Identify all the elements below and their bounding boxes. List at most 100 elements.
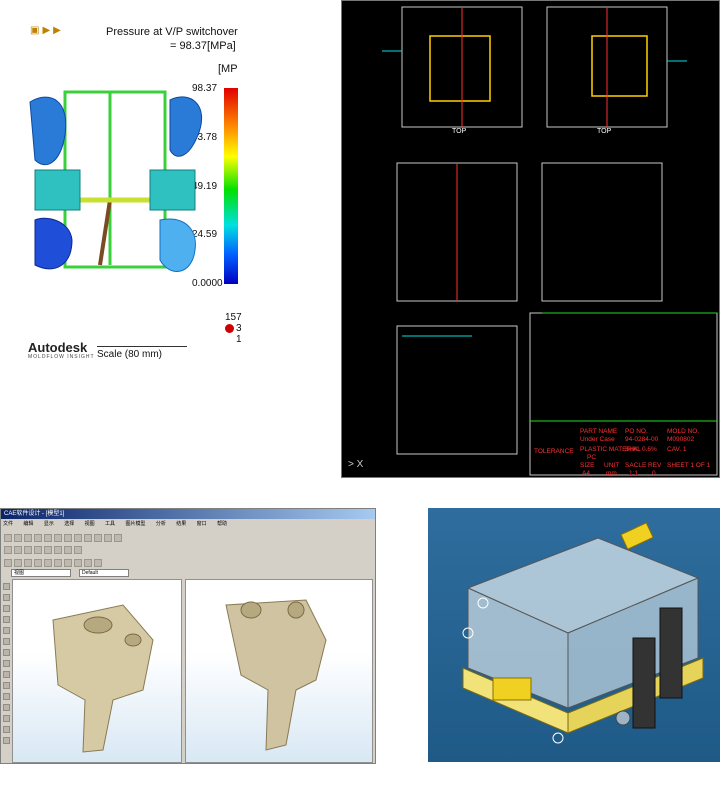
tool-icon[interactable]: [64, 534, 72, 542]
tool-icon[interactable]: [3, 605, 10, 612]
tool-icon[interactable]: [3, 649, 10, 656]
result-title: Pressure at V/P switchover: [106, 26, 238, 38]
menu-tools[interactable]: 工具: [105, 521, 115, 527]
tool-icon[interactable]: [34, 559, 42, 567]
part-model: [29, 90, 203, 272]
tool-icon[interactable]: [4, 534, 12, 542]
moldflow-result-panel: ▣▶▶ Pressure at V/P switchover = 98.37[M…: [0, 0, 340, 360]
size-value: A4: [582, 470, 590, 477]
logo-subtitle: MOLDFLOW INSIGHT: [28, 354, 95, 360]
tool-icon[interactable]: [3, 726, 10, 733]
tool-icon[interactable]: [3, 660, 10, 667]
part-name-label: PART NAME: [580, 428, 618, 435]
tool-icon[interactable]: [3, 671, 10, 678]
tool-icon[interactable]: [3, 616, 10, 623]
tool-icon[interactable]: [74, 534, 82, 542]
tool-icon[interactable]: [44, 534, 52, 542]
tool-icon[interactable]: [3, 594, 10, 601]
toolbar-row-1: [3, 530, 373, 542]
tool-icon[interactable]: [94, 534, 102, 542]
mold-label: MOLD NO.: [667, 428, 699, 435]
menu-results[interactable]: 结果: [176, 521, 186, 527]
menu-edit[interactable]: 编辑: [23, 521, 33, 527]
tool-icon[interactable]: [3, 704, 10, 711]
view-select[interactable]: 视图: [11, 569, 71, 577]
tool-icon[interactable]: [54, 559, 62, 567]
menu-help[interactable]: 帮助: [217, 521, 227, 527]
menu-display[interactable]: 显示: [44, 521, 54, 527]
viewport-right[interactable]: [185, 579, 373, 763]
scale-value: 1:1: [629, 470, 638, 477]
scale-label: Scale (80 mm): [97, 349, 163, 360]
tool-icon[interactable]: [3, 627, 10, 634]
view-label: TOP: [597, 128, 612, 135]
ucs-cursor: > X: [348, 459, 364, 470]
cae-window: CAE软件设计 - [模型1] 文件 编辑 显示 选择 视图 工具 图片模型 分…: [0, 508, 376, 764]
tool-icon[interactable]: [84, 559, 92, 567]
menu-file[interactable]: 文件: [3, 521, 13, 527]
tool-icon[interactable]: [74, 546, 82, 554]
tool-icon[interactable]: [3, 693, 10, 700]
po-label: PO NO.: [625, 428, 648, 435]
tool-icon[interactable]: [24, 546, 32, 554]
cad-drawing-panel: TOP TOP PART NAME Under Case PO NO. 94-0…: [341, 0, 720, 478]
mold-3d-render: [428, 508, 720, 762]
rev-label: REV: [648, 462, 662, 469]
menu-window[interactable]: 窗口: [197, 521, 207, 527]
tool-icon[interactable]: [24, 534, 32, 542]
tolerance-label: TOLERANCE: [534, 448, 574, 455]
tool-icon[interactable]: [3, 583, 10, 590]
po-number: 94-0284-00: [625, 436, 659, 443]
tool-icon[interactable]: [94, 559, 102, 567]
tool-icon[interactable]: [84, 534, 92, 542]
toolbar-row-3: [3, 555, 373, 567]
mold-assembly: [462, 522, 704, 744]
tool-icon[interactable]: [14, 546, 22, 554]
tool-icon[interactable]: [3, 682, 10, 689]
tool-icon[interactable]: [44, 546, 52, 554]
tool-icon[interactable]: [114, 534, 122, 542]
shrinkage: SHK. 0.6%: [625, 446, 657, 453]
legend-unit: [MP: [218, 63, 238, 75]
tool-icon[interactable]: [4, 546, 12, 554]
node-dot-icon: [225, 324, 234, 333]
tool-icon[interactable]: [34, 546, 42, 554]
tool-icon[interactable]: [44, 559, 52, 567]
menu-select[interactable]: 选择: [64, 521, 74, 527]
tool-icon[interactable]: [4, 559, 12, 567]
node-label: 157: [225, 312, 242, 323]
viewport-left[interactable]: [12, 579, 182, 763]
tool-icon[interactable]: [74, 559, 82, 567]
cavity: CAV. 1: [667, 446, 687, 453]
menu-bar: 文件 编辑 显示 选择 视图 工具 图片模型 分析 结果 窗口 帮助: [3, 520, 236, 529]
cad-drawing: TOP TOP PART NAME Under Case PO NO. 94-0…: [382, 6, 718, 477]
tool-icon[interactable]: [3, 715, 10, 722]
tool-icon[interactable]: [3, 737, 10, 744]
toolbar-icons[interactable]: ▣▶▶: [30, 25, 64, 36]
tool-icon[interactable]: [54, 534, 62, 542]
size-label: SIZE: [580, 462, 595, 469]
menu-analysis[interactable]: 分析: [156, 521, 166, 527]
material: PC: [587, 454, 596, 461]
tool-icon[interactable]: [14, 534, 22, 542]
tool-icon[interactable]: [3, 638, 10, 645]
tool-icon[interactable]: [64, 546, 72, 554]
tool-icon[interactable]: [24, 559, 32, 567]
rev-value: 0: [652, 470, 656, 477]
tool-icon[interactable]: [64, 559, 72, 567]
result-value: = 98.37[MPa]: [170, 40, 236, 52]
tool-icon[interactable]: [34, 534, 42, 542]
tool-icon[interactable]: [104, 534, 112, 542]
style-select[interactable]: Default: [79, 569, 129, 577]
menu-image-model[interactable]: 图片模型: [125, 521, 145, 527]
unit-value: mm: [606, 470, 617, 477]
tool-icon[interactable]: [14, 559, 22, 567]
part-model-render: [225, 599, 327, 751]
tool-icon[interactable]: [54, 546, 62, 554]
node-label-3: 3: [236, 323, 242, 334]
view-label: TOP: [452, 128, 467, 135]
scale-line: [97, 346, 187, 347]
window-title: CAE软件设计 - [模型1]: [1, 509, 375, 519]
node-label-1: 1: [236, 334, 242, 345]
menu-view[interactable]: 视图: [85, 521, 95, 527]
